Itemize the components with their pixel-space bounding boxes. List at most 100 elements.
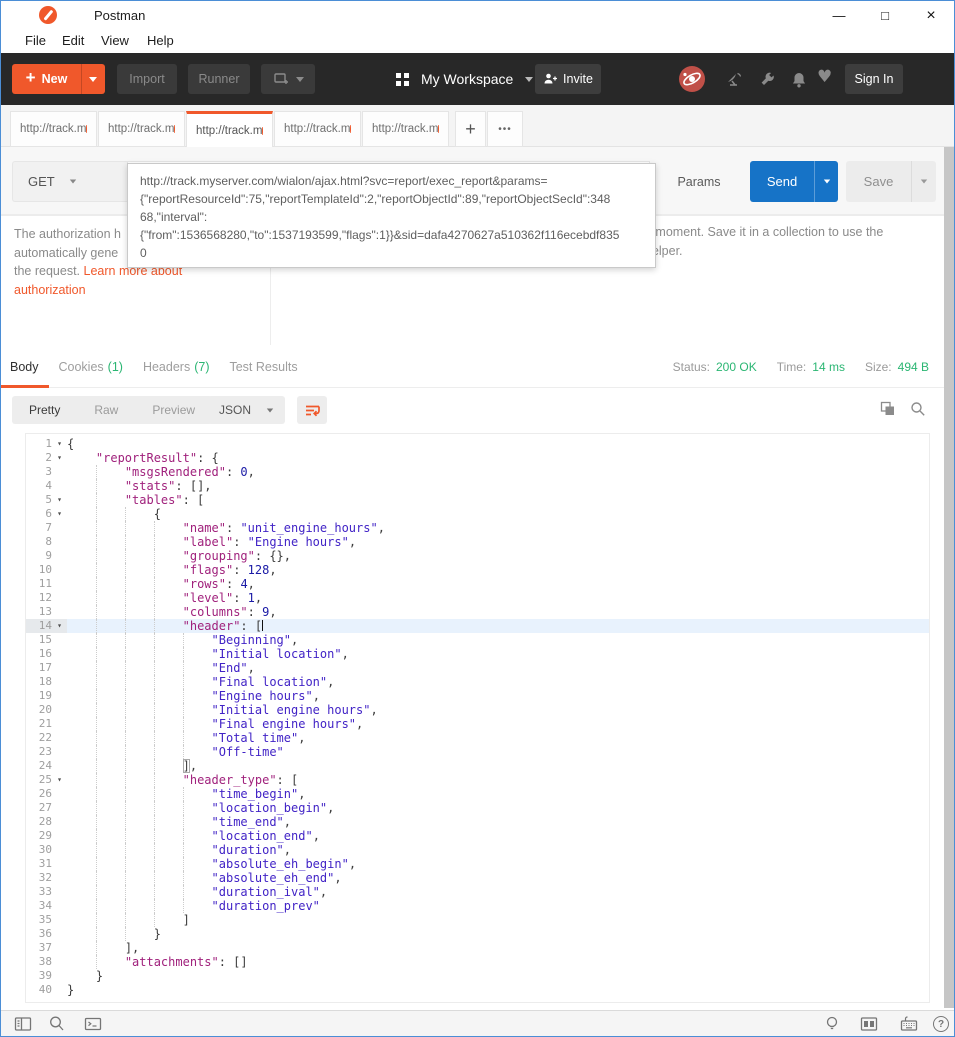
save-button[interactable]: Save bbox=[846, 161, 936, 202]
time-value: 14 ms bbox=[812, 360, 845, 374]
line-number: 34 bbox=[26, 899, 52, 913]
vertical-scrollbar[interactable] bbox=[944, 147, 955, 1008]
code-text: "label": "Engine hours", bbox=[67, 535, 929, 549]
fold-toggle-icon[interactable]: ▾ bbox=[52, 437, 67, 451]
request-tab[interactable]: http://track.m bbox=[274, 111, 361, 147]
heart-icon[interactable]: ♥ bbox=[817, 67, 832, 87]
line-number: 12 bbox=[26, 591, 52, 605]
fold-toggle-icon[interactable]: ▾ bbox=[52, 507, 67, 521]
line-number: 36 bbox=[26, 927, 52, 941]
menu-help[interactable]: Help bbox=[147, 33, 174, 48]
bell-icon[interactable] bbox=[790, 71, 808, 89]
help-icon[interactable]: ? bbox=[933, 1016, 949, 1032]
save-label: Save bbox=[846, 161, 911, 202]
menu-file[interactable]: File bbox=[25, 33, 46, 48]
response-body-editor[interactable]: 1▾{2▾ "reportResult": {3 "msgsRendered":… bbox=[25, 433, 930, 1003]
code-line: 13 "columns": 9, bbox=[26, 605, 929, 619]
search-response-button[interactable] bbox=[910, 401, 926, 417]
console-icon[interactable] bbox=[84, 1015, 102, 1033]
view-raw[interactable]: Raw bbox=[77, 396, 135, 424]
request-tab-active[interactable]: http://track.m bbox=[186, 111, 273, 148]
fold-gutter bbox=[52, 535, 67, 549]
chevron-down-icon bbox=[267, 408, 273, 412]
lightbulb-icon[interactable] bbox=[823, 1015, 841, 1033]
fold-toggle-icon[interactable]: ▾ bbox=[52, 619, 67, 633]
workspace-name: My Workspace bbox=[421, 71, 513, 87]
authorization-link[interactable]: authorization bbox=[14, 281, 264, 300]
send-dropdown[interactable] bbox=[814, 161, 838, 202]
send-button[interactable]: Send bbox=[750, 161, 838, 202]
wrap-lines-button[interactable] bbox=[297, 396, 327, 424]
request-tab[interactable]: http://track.m bbox=[98, 111, 185, 147]
fold-toggle-icon[interactable]: ▾ bbox=[52, 773, 67, 787]
runner-button[interactable]: Runner bbox=[188, 64, 250, 94]
invite-button[interactable]: Invite bbox=[535, 64, 601, 94]
code-line: 6▾ { bbox=[26, 507, 929, 521]
tooltip-line: http://track.myserver.com/wialon/ajax.ht… bbox=[140, 172, 643, 190]
code-line: 11 "rows": 4, bbox=[26, 577, 929, 591]
code-line: 27 "location_begin", bbox=[26, 801, 929, 815]
sign-in-button[interactable]: Sign In bbox=[845, 64, 903, 94]
method-selector[interactable]: GET bbox=[12, 161, 127, 202]
params-button[interactable]: Params bbox=[655, 161, 743, 202]
request-tab[interactable]: http://track.m bbox=[10, 111, 97, 147]
new-dropdown[interactable] bbox=[81, 64, 105, 94]
fold-gutter bbox=[52, 731, 67, 745]
line-number: 39 bbox=[26, 969, 52, 983]
line-number: 4 bbox=[26, 479, 52, 493]
line-number: 28 bbox=[26, 815, 52, 829]
code-text: "location_end", bbox=[67, 829, 929, 843]
fold-toggle-icon[interactable]: ▾ bbox=[52, 451, 67, 465]
window-controls: — □ × bbox=[816, 1, 954, 30]
format-selector[interactable]: JSON bbox=[208, 396, 285, 424]
fold-gutter bbox=[52, 577, 67, 591]
tab-body[interactable]: Body bbox=[0, 345, 49, 388]
keyboard-shortcuts-icon[interactable] bbox=[900, 1015, 918, 1033]
code-line: 4 "stats": [], bbox=[26, 479, 929, 493]
code-line: 33 "duration_ival", bbox=[26, 885, 929, 899]
toggle-sidebar-icon[interactable] bbox=[14, 1015, 32, 1033]
save-dropdown[interactable] bbox=[911, 161, 936, 202]
fold-gutter bbox=[52, 605, 67, 619]
import-button[interactable]: Import bbox=[117, 64, 177, 94]
tab-test-results[interactable]: Test Results bbox=[219, 345, 307, 388]
line-number: 19 bbox=[26, 689, 52, 703]
view-preview[interactable]: Preview bbox=[135, 396, 212, 424]
response-tabs: Body Cookies (1) Headers (7) Test Result… bbox=[0, 345, 308, 388]
fold-gutter bbox=[52, 717, 67, 731]
search-icon[interactable] bbox=[48, 1015, 66, 1033]
menu-view[interactable]: View bbox=[101, 33, 129, 48]
postman-window: { "window": { "title": "Postman", "contr… bbox=[0, 0, 955, 1037]
tab-cookies[interactable]: Cookies (1) bbox=[49, 345, 133, 388]
view-pretty[interactable]: Pretty bbox=[12, 396, 77, 424]
new-tab-button[interactable]: + bbox=[455, 111, 486, 147]
fold-gutter bbox=[52, 955, 67, 969]
two-pane-layout-icon[interactable] bbox=[860, 1015, 878, 1033]
tab-options-button[interactable]: ••• bbox=[487, 111, 523, 147]
workspace-switcher[interactable]: My Workspace bbox=[396, 64, 533, 94]
wrench-icon[interactable] bbox=[758, 71, 776, 89]
menu-edit[interactable]: Edit bbox=[62, 33, 84, 48]
code-line: 20 "Initial engine hours", bbox=[26, 703, 929, 717]
fold-gutter bbox=[52, 829, 67, 843]
line-number: 33 bbox=[26, 885, 52, 899]
new-button[interactable]: +New bbox=[12, 64, 105, 94]
fold-gutter bbox=[52, 479, 67, 493]
code-text: "msgsRendered": 0, bbox=[67, 465, 929, 479]
open-new-button[interactable] bbox=[261, 64, 315, 94]
maximize-button[interactable]: □ bbox=[862, 1, 908, 30]
fold-toggle-icon[interactable]: ▾ bbox=[52, 493, 67, 507]
request-tab[interactable]: http://track.m bbox=[362, 111, 449, 147]
satellite-icon[interactable] bbox=[725, 71, 743, 89]
tab-label: http://track.m bbox=[284, 123, 350, 135]
unsaved-dot-icon bbox=[86, 125, 87, 133]
code-text: "time_end", bbox=[67, 815, 929, 829]
interceptor-icon[interactable] bbox=[678, 65, 706, 93]
line-number: 30 bbox=[26, 843, 52, 857]
copy-response-button[interactable] bbox=[880, 401, 896, 417]
tab-label: http://track.m bbox=[196, 125, 262, 137]
close-button[interactable]: × bbox=[908, 1, 954, 30]
minimize-button[interactable]: — bbox=[816, 1, 862, 30]
tooltip-line: 68,"interval": bbox=[140, 208, 643, 226]
tab-headers[interactable]: Headers (7) bbox=[133, 345, 220, 388]
